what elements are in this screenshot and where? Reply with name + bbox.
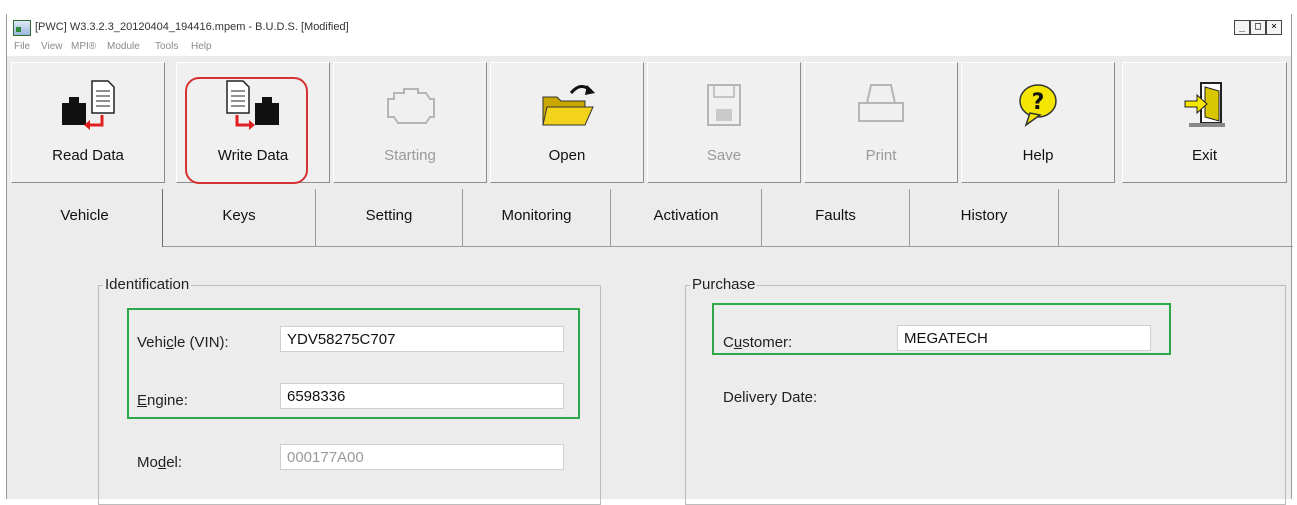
toolbar: Read Data Write Data Starting Open Save … <box>7 62 1291 184</box>
engine-icon <box>387 88 435 124</box>
close-button[interactable]: × <box>1266 20 1282 35</box>
identification-title: Identification <box>103 276 192 293</box>
help-bubble-icon: ? <box>1019 84 1057 127</box>
vin-label-accel: c <box>166 334 174 351</box>
tab-activation[interactable]: Activation <box>611 189 762 247</box>
write-data-highlight <box>185 77 308 184</box>
menu-view[interactable]: View <box>41 41 63 52</box>
open-button[interactable]: Open <box>490 62 644 183</box>
svg-text:?: ? <box>1032 90 1045 115</box>
tab-bar: Vehicle Keys Setting Monitoring Activati… <box>7 189 1291 247</box>
menu-help[interactable]: Help <box>191 41 212 52</box>
menu-tools[interactable]: Tools <box>155 41 178 52</box>
floppy-disk-icon <box>707 84 741 126</box>
model-label: Model: <box>137 454 182 471</box>
customer-label-accel: u <box>733 334 743 351</box>
customer-label-part: stomer: <box>742 334 793 351</box>
read-data-icon <box>62 80 115 130</box>
engine-field[interactable] <box>280 383 564 409</box>
customer-label: Customer: <box>723 334 792 351</box>
save-label: Save <box>706 147 742 164</box>
tab-vehicle[interactable]: Vehicle <box>7 189 163 247</box>
model-label-accel: d <box>157 454 167 471</box>
vin-label-part: Vehi <box>137 334 167 351</box>
menu-bar: File View MPI® Module Tools Help <box>7 38 1291 56</box>
exit-label: Exit <box>1191 147 1217 164</box>
save-button[interactable]: Save <box>647 62 801 183</box>
customer-field[interactable] <box>897 325 1151 351</box>
vin-label: Vehicle (VIN): <box>137 334 229 351</box>
read-data-button[interactable]: Read Data <box>11 62 165 183</box>
starting-label: Starting <box>384 147 436 164</box>
engine-label-part: ngine: <box>147 392 188 409</box>
exit-button[interactable]: Exit <box>1122 62 1287 183</box>
tab-keys[interactable]: Keys <box>163 189 316 247</box>
model-label-part: Mo <box>137 454 158 471</box>
exit-door-icon <box>1184 82 1225 127</box>
maximize-button[interactable]: □ <box>1250 20 1266 35</box>
engine-label-accel: E <box>137 392 148 409</box>
help-label: Help <box>1022 147 1054 164</box>
tab-underline <box>163 246 1293 247</box>
read-data-label: Read Data <box>52 147 124 164</box>
tab-setting[interactable]: Setting <box>316 189 463 247</box>
tab-history[interactable]: History <box>910 189 1059 247</box>
delivery-date-label: Delivery Date: <box>723 389 818 406</box>
menu-mpi[interactable]: MPI® <box>71 41 96 52</box>
title-bar: [PWC] W3.3.2.3_20120404_194416.mpem - B.… <box>7 14 1291 38</box>
model-label-part: el: <box>166 454 183 471</box>
vin-field[interactable] <box>280 326 564 352</box>
tab-faults[interactable]: Faults <box>762 189 910 247</box>
customer-label-part: C <box>723 334 734 351</box>
menu-module[interactable]: Module <box>107 41 140 52</box>
print-label: Print <box>865 147 897 164</box>
printer-icon <box>858 84 904 122</box>
tab-monitoring[interactable]: Monitoring <box>463 189 611 247</box>
starting-button[interactable]: Starting <box>333 62 487 183</box>
purchase-title: Purchase <box>690 276 758 293</box>
app-icon <box>13 20 31 36</box>
open-folder-icon <box>542 85 595 126</box>
engine-label: Engine: <box>137 392 188 409</box>
help-button[interactable]: ? Help <box>961 62 1115 183</box>
model-field <box>280 444 564 470</box>
print-button[interactable]: Print <box>804 62 958 183</box>
vin-label-part: le (VIN): <box>173 334 229 351</box>
window-title: [PWC] W3.3.2.3_20120404_194416.mpem - B.… <box>35 21 349 33</box>
open-label: Open <box>548 147 586 164</box>
minimize-button[interactable]: _ <box>1234 20 1250 35</box>
menu-file[interactable]: File <box>14 41 30 52</box>
application-window: [PWC] W3.3.2.3_20120404_194416.mpem - B.… <box>6 14 1293 505</box>
